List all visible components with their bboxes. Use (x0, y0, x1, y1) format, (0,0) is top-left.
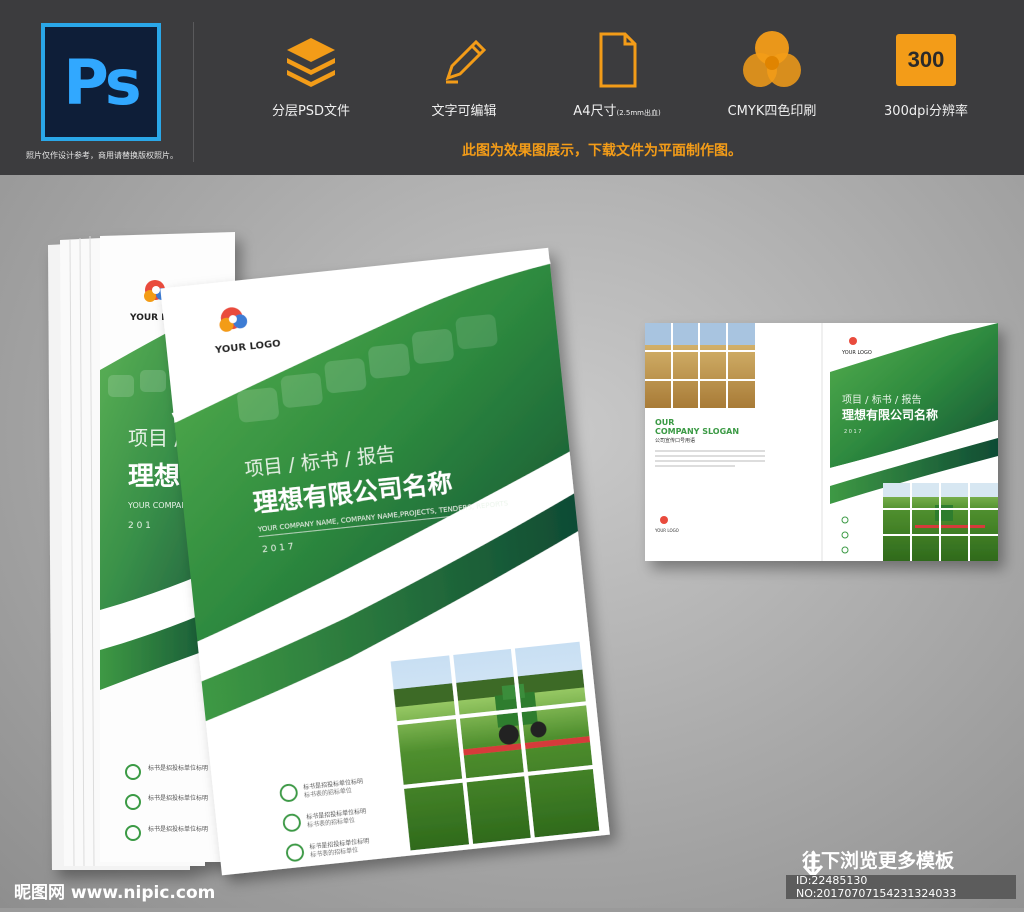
notice-text: 此图为效果图展示，下载文件为平面制作图。 (462, 143, 742, 159)
site-watermark: 昵图网 www.nipic.com (14, 883, 216, 903)
resolution-badge-icon: 300 (896, 34, 956, 86)
spread-year: 2 0 1 7 (844, 429, 862, 435)
feature-label: 文字可编辑 (431, 104, 497, 119)
feature-cmyk: CMYK四色印刷 (697, 26, 847, 119)
feature-bar: Ps 照片仅作设计参考，商用请替换版权照片。 分层PSD文件 文字可编辑 A4尺… (0, 0, 1024, 175)
brochure-mockup-illustration: 项目 / 标 理想有 YOUR COMPANY NAME, 2 0 1 YOUR… (48, 232, 998, 879)
feature-label: 分层PSD文件 (271, 104, 351, 119)
feature-label: 300dpi分辨率 (884, 104, 968, 119)
page-icon (542, 26, 692, 94)
svg-text:标书是招投标单位标明: 标书是招投标单位标明 (148, 825, 208, 833)
feature-label-main: A4尺寸 (573, 104, 617, 119)
mockup-stage: 项目 / 标 理想有 YOUR COMPANY NAME, 2 0 1 YOUR… (0, 175, 1024, 908)
spread-category: 项目 / 标书 / 报告 (842, 393, 921, 406)
back-year: 2 0 1 (128, 521, 151, 531)
feature-label-note: (2.5mm出血) (616, 109, 661, 117)
svg-text:标书是招投标单位标明: 标书是招投标单位标明 (148, 764, 208, 772)
feature-layered-psd: 分层PSD文件 (236, 26, 386, 119)
image-id-bar: ID:22485130 NO:20170707154231324033 (786, 874, 1016, 900)
flat-spread: OUR COMPANY SLOGAN 公司宣传口号用语 YOUR LOGO YO… (645, 323, 998, 561)
spread-company: 理想有限公司名称 (842, 407, 938, 422)
feature-label: A4尺寸(2.5mm出血) (542, 100, 692, 119)
spread-slogan-2: COMPANY SLOGAN (655, 427, 739, 436)
photoshop-logo: Ps (41, 23, 161, 141)
feature-editable-text: 文字可编辑 (389, 26, 539, 119)
spread-back-logo: YOUR LOGO (654, 528, 679, 533)
spread-slogan-1: OUR (655, 418, 674, 427)
feature-resolution: 300 300dpi分辨率 (851, 26, 1001, 119)
spread-front-logo: YOUR LOGO (841, 350, 872, 356)
feature-a4-size: A4尺寸(2.5mm出血) (542, 26, 692, 119)
cmyk-circles-icon (697, 26, 847, 94)
feature-label: CMYK四色印刷 (727, 104, 817, 119)
pencil-icon (389, 26, 539, 94)
spread-slogan-cn: 公司宣传口号用语 (655, 437, 695, 444)
ps-logo-text: Ps (63, 45, 141, 119)
front-brochure: YOUR LOGO 项目 / 标书 / 报告 理想有限公司名称 YOUR COM… (160, 247, 610, 876)
layers-icon (236, 26, 386, 94)
more-templates-link[interactable]: 往下浏览更多模板 (802, 846, 954, 873)
farm-photo-grid (390, 641, 600, 851)
svg-text:标书是招投标单位标明: 标书是招投标单位标明 (148, 794, 208, 802)
